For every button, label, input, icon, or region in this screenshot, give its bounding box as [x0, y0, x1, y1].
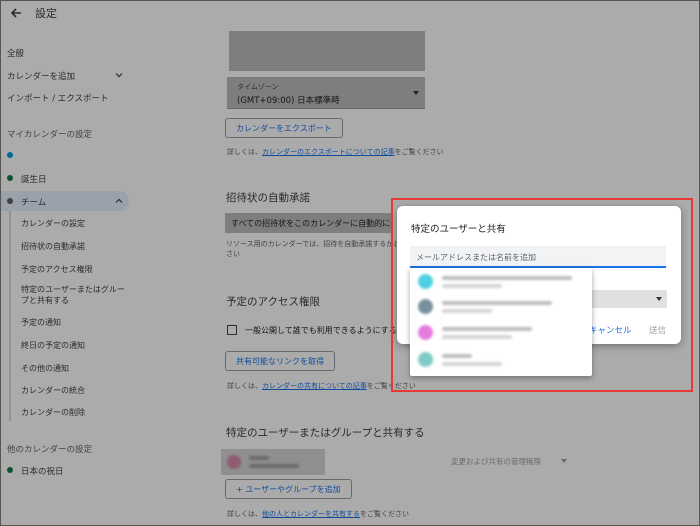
settings-page: 設定 全般 カレンダーを追加 インポート / エクスポート マイカレンダーの設定…: [0, 0, 700, 526]
highlight-box: [391, 198, 693, 392]
